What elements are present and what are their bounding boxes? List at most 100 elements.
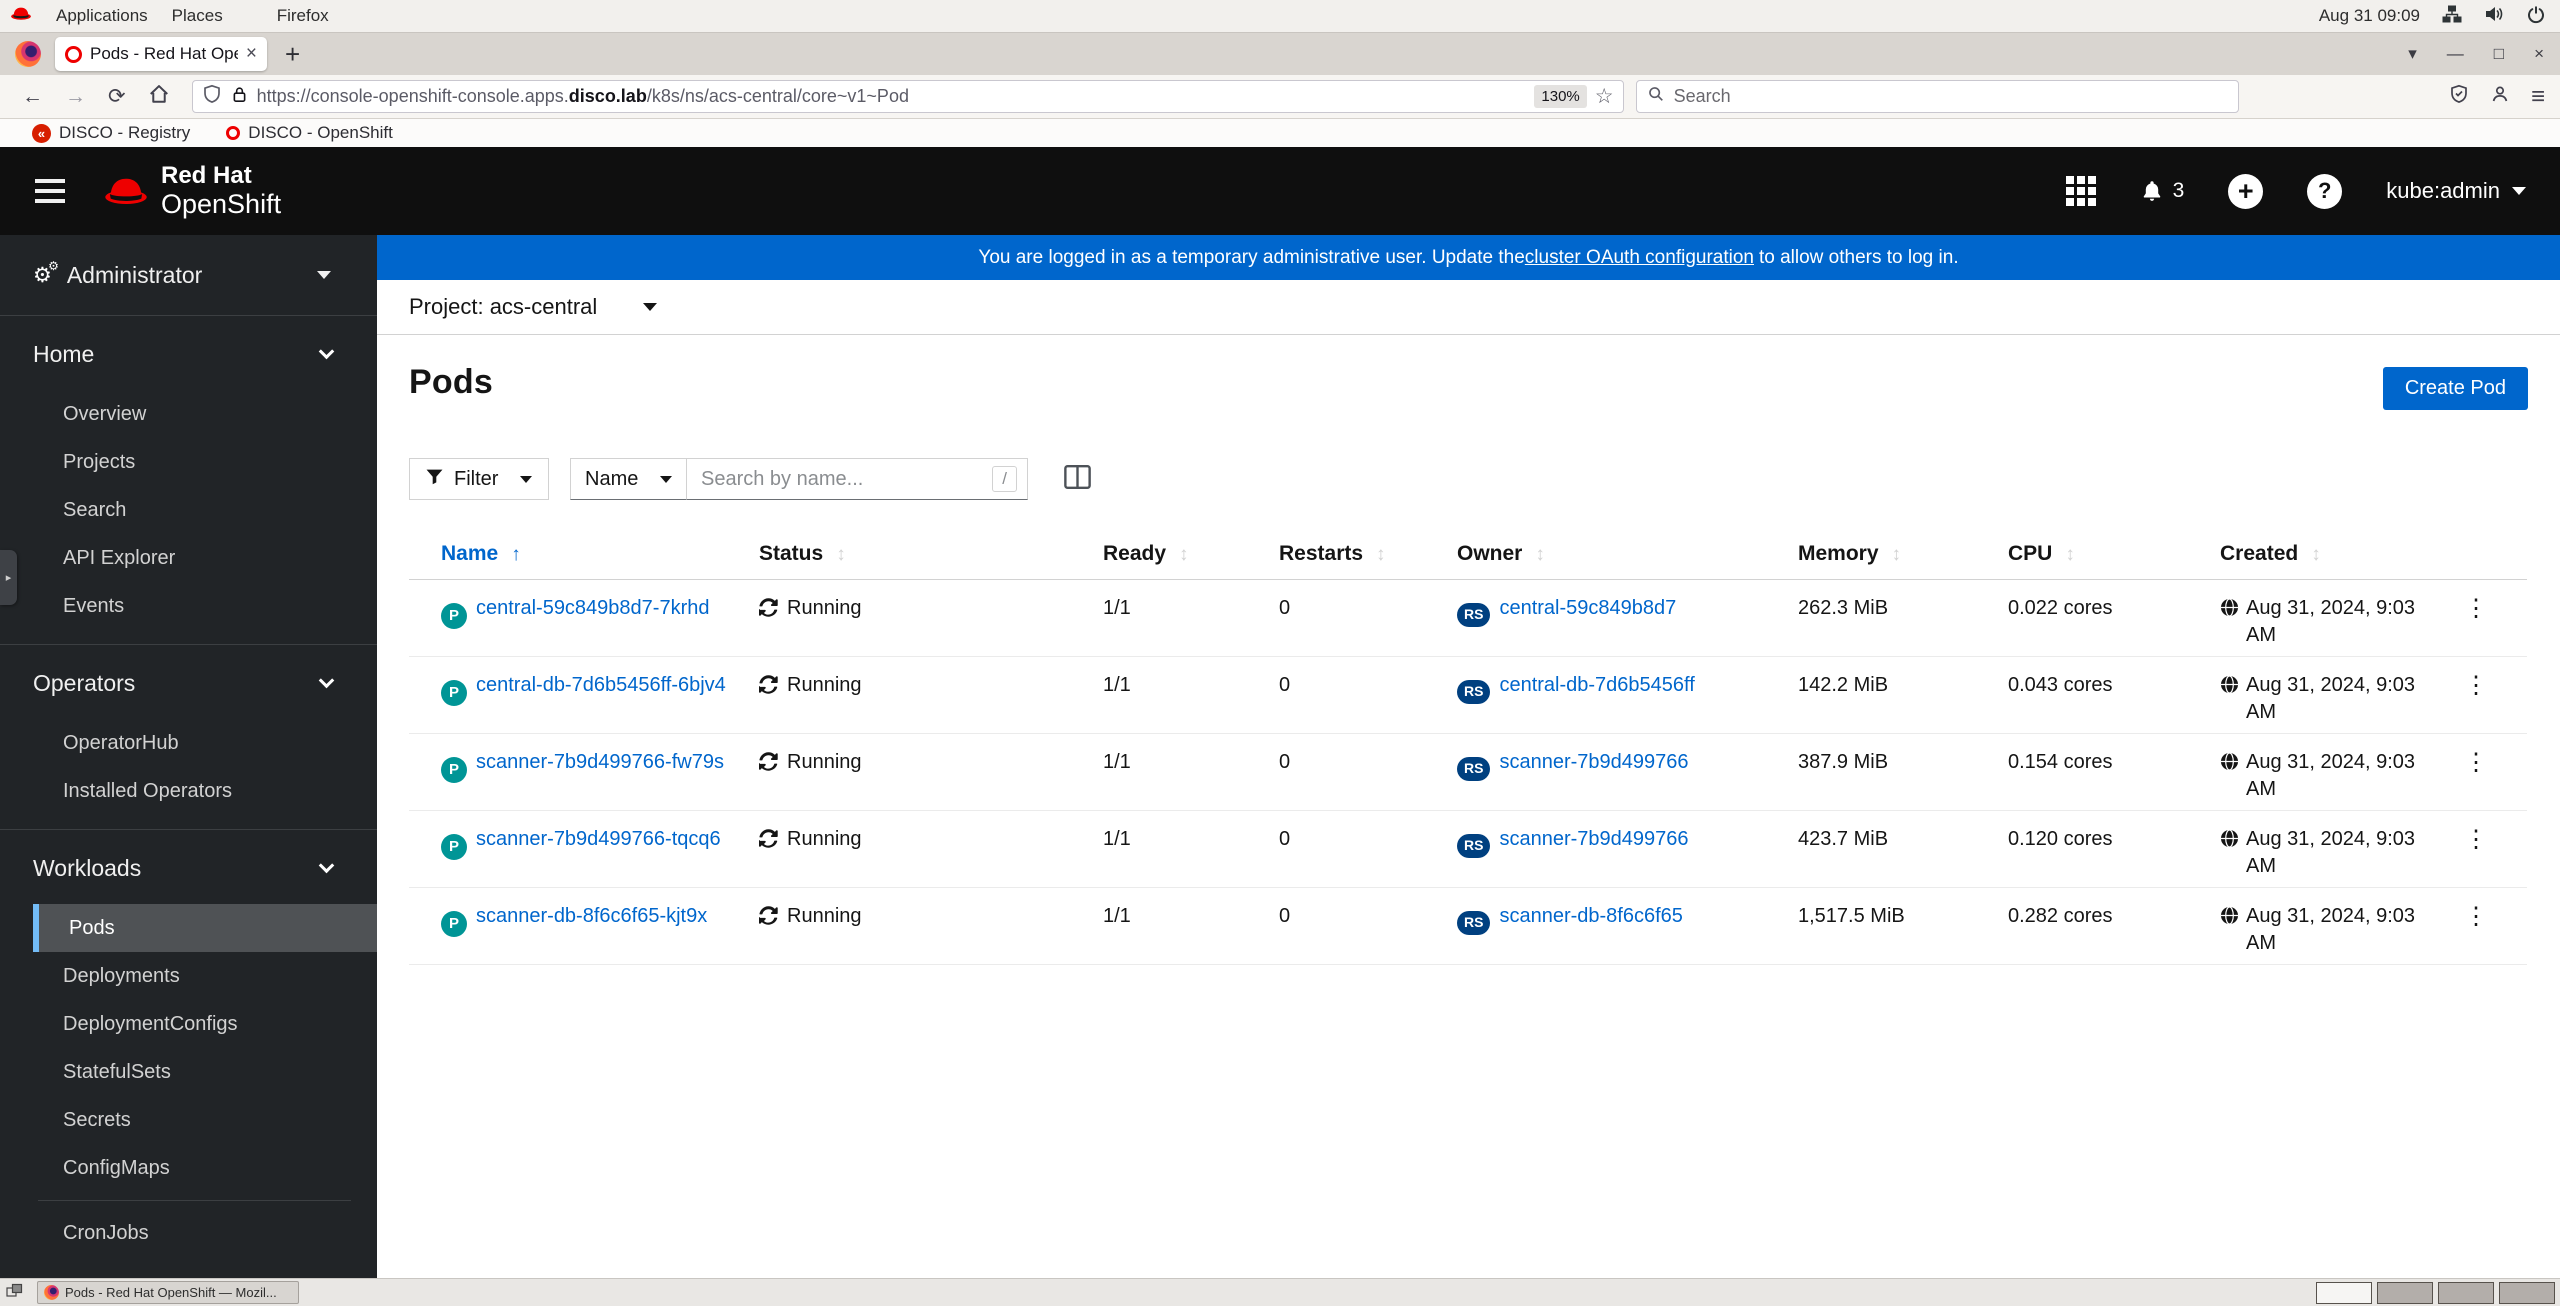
kebab-menu-icon[interactable]: ⋮ bbox=[2440, 672, 2488, 699]
kebab-menu-icon[interactable]: ⋮ bbox=[2440, 749, 2488, 776]
sidebar-item-statefulsets[interactable]: StatefulSets bbox=[0, 1048, 377, 1096]
power-icon[interactable] bbox=[2526, 4, 2546, 29]
sidebar-item-secrets[interactable]: Secrets bbox=[0, 1096, 377, 1144]
filter-dropdown[interactable]: Filter bbox=[409, 458, 549, 500]
pod-link[interactable]: central-db-7d6b5456ff-6bjv4 bbox=[476, 674, 726, 696]
browser-search-bar[interactable] bbox=[1635, 80, 2239, 113]
owner-link[interactable]: central-db-7d6b5456ff bbox=[1499, 674, 1694, 696]
pod-link[interactable]: scanner-db-8f6c6f65-kjt9x bbox=[476, 905, 707, 927]
window-minimize-button[interactable]: — bbox=[2447, 44, 2464, 64]
quick-create-button[interactable]: + bbox=[2228, 173, 2264, 209]
forward-button[interactable]: → bbox=[65, 85, 86, 109]
column-header-restarts[interactable]: Restarts ↕ bbox=[1279, 534, 1457, 580]
url-bar[interactable]: https://console-openshift-console.apps.d… bbox=[191, 80, 1624, 113]
bookmark-disco-openshift[interactable]: DISCO - OpenShift bbox=[226, 123, 393, 143]
shield-icon[interactable] bbox=[202, 84, 222, 109]
kebab-menu-icon[interactable]: ⋮ bbox=[2440, 595, 2488, 622]
column-header-cpu[interactable]: CPU ↕ bbox=[2008, 534, 2220, 580]
workspace-4[interactable] bbox=[2499, 1281, 2555, 1304]
nav-section-home[interactable]: Home bbox=[0, 324, 377, 384]
oauth-config-link[interactable]: cluster OAuth configuration bbox=[1525, 247, 1754, 269]
column-header-memory[interactable]: Memory ↕ bbox=[1798, 534, 2008, 580]
app-launcher-icon[interactable] bbox=[2065, 176, 2096, 206]
account-icon[interactable] bbox=[2490, 84, 2510, 109]
owner-link[interactable]: scanner-7b9d499766 bbox=[1499, 828, 1688, 850]
search-attribute-dropdown[interactable]: Name bbox=[570, 458, 687, 500]
sidebar-item-pods[interactable]: Pods bbox=[33, 904, 377, 952]
tab-close-icon[interactable]: × bbox=[246, 43, 257, 65]
sidebar-item-operatorhub[interactable]: OperatorHub bbox=[0, 719, 377, 767]
sidebar-item-overview[interactable]: Overview bbox=[0, 390, 377, 438]
created-timestamp: Aug 31, 2024, 9:03 AM bbox=[2246, 674, 2416, 723]
sidebar-item-configmaps[interactable]: ConfigMaps bbox=[0, 1144, 377, 1192]
sort-icon: ↕ bbox=[2065, 544, 2075, 565]
taskbar-window-button[interactable]: Pods - Red Hat OpenShift — Mozil... bbox=[37, 1281, 299, 1304]
browser-tab[interactable]: Pods - Red Hat OpenShift × bbox=[55, 37, 267, 71]
window-close-button[interactable]: × bbox=[2534, 44, 2544, 64]
zoom-level-badge[interactable]: 130% bbox=[1534, 85, 1587, 108]
lock-icon[interactable] bbox=[230, 85, 249, 109]
sidebar-item-api-explorer[interactable]: API Explorer bbox=[0, 534, 377, 582]
column-header-status[interactable]: Status ↕ bbox=[759, 534, 1103, 580]
pod-link[interactable]: central-59c849b8d7-7krhd bbox=[476, 597, 710, 619]
kebab-menu-icon[interactable]: ⋮ bbox=[2440, 826, 2488, 853]
clock[interactable]: Aug 31 09:09 bbox=[2319, 6, 2420, 26]
perspective-switcher[interactable]: ⚙ ⚙ Administrator bbox=[0, 235, 377, 316]
menu-places[interactable]: Places bbox=[172, 6, 223, 26]
bookmark-disco-registry[interactable]: « DISCO - Registry bbox=[32, 123, 190, 143]
tab-overflow-icon[interactable]: ▾ bbox=[2408, 44, 2417, 64]
notifications-button[interactable]: 3 bbox=[2140, 179, 2184, 203]
window-list-icon[interactable] bbox=[6, 1283, 23, 1303]
back-button[interactable]: ← bbox=[22, 85, 43, 109]
brand-line2: OpenShift bbox=[161, 189, 282, 219]
browser-search-input[interactable] bbox=[1673, 86, 2228, 107]
menu-firefox[interactable]: Firefox bbox=[277, 6, 329, 26]
sidebar-item-deploymentconfigs[interactable]: DeploymentConfigs bbox=[0, 1000, 377, 1048]
project-selector[interactable]: Project: acs-central bbox=[377, 280, 2560, 335]
nav-section-operators[interactable]: Operators bbox=[0, 653, 377, 713]
owner-link[interactable]: scanner-7b9d499766 bbox=[1499, 751, 1688, 773]
window-maximize-button[interactable]: □ bbox=[2494, 44, 2504, 64]
column-header-ready[interactable]: Ready ↕ bbox=[1103, 534, 1279, 580]
pod-link[interactable]: scanner-7b9d499766-tqcq6 bbox=[476, 828, 721, 850]
url-text[interactable]: https://console-openshift-console.apps.d… bbox=[257, 86, 909, 107]
user-menu[interactable]: kube:admin bbox=[2386, 178, 2526, 204]
protections-shield-icon[interactable] bbox=[2449, 84, 2469, 109]
column-header-name[interactable]: Name ↑ bbox=[409, 534, 759, 580]
workspace-3[interactable] bbox=[2438, 1281, 2494, 1304]
sidebar-item-deployments[interactable]: Deployments bbox=[0, 952, 377, 1000]
manage-columns-icon[interactable] bbox=[1064, 464, 1091, 494]
help-button[interactable]: ? bbox=[2307, 173, 2343, 209]
sidebar-item-projects[interactable]: Projects bbox=[0, 438, 377, 486]
workspace-2[interactable] bbox=[2377, 1281, 2433, 1304]
workspace-1[interactable] bbox=[2316, 1281, 2372, 1304]
column-header-owner[interactable]: Owner ↕ bbox=[1457, 534, 1798, 580]
brand-logo[interactable]: Red Hat OpenShift bbox=[103, 164, 281, 218]
column-header-created[interactable]: Created ↕ bbox=[2220, 534, 2440, 580]
menu-applications[interactable]: Applications bbox=[56, 6, 148, 26]
restarts-cell: 0 bbox=[1279, 579, 1457, 657]
volume-icon[interactable] bbox=[2484, 4, 2504, 29]
name-search-field[interactable]: / bbox=[686, 458, 1028, 500]
nav-resize-handle[interactable]: ▸ bbox=[0, 550, 17, 605]
sidebar-item-search[interactable]: Search bbox=[0, 486, 377, 534]
sort-icon: ↕ bbox=[1535, 544, 1545, 565]
home-button[interactable] bbox=[148, 83, 170, 111]
pod-link[interactable]: scanner-7b9d499766-fw79s bbox=[476, 751, 724, 773]
nav-toggle-icon[interactable] bbox=[35, 179, 65, 203]
bookmark-star-icon[interactable]: ☆ bbox=[1595, 84, 1614, 109]
sidebar-item-installed-operators[interactable]: Installed Operators bbox=[0, 767, 377, 815]
sidebar-item-events[interactable]: Events bbox=[0, 582, 377, 630]
new-tab-button[interactable]: + bbox=[285, 39, 300, 70]
nav-section-workloads[interactable]: Workloads bbox=[0, 838, 377, 898]
app-menu-icon[interactable]: ≡ bbox=[2531, 83, 2545, 111]
reload-button[interactable]: ⟳ bbox=[108, 84, 126, 109]
sidebar-item-cronjobs[interactable]: CronJobs bbox=[0, 1209, 377, 1257]
chevron-down-icon bbox=[318, 343, 335, 359]
name-search-input[interactable] bbox=[701, 467, 993, 491]
create-pod-button[interactable]: Create Pod bbox=[2382, 367, 2528, 410]
owner-link[interactable]: central-59c849b8d7 bbox=[1499, 597, 1676, 619]
owner-link[interactable]: scanner-db-8f6c6f65 bbox=[1499, 905, 1682, 927]
kebab-menu-icon[interactable]: ⋮ bbox=[2440, 903, 2488, 930]
network-icon[interactable] bbox=[2442, 4, 2462, 29]
